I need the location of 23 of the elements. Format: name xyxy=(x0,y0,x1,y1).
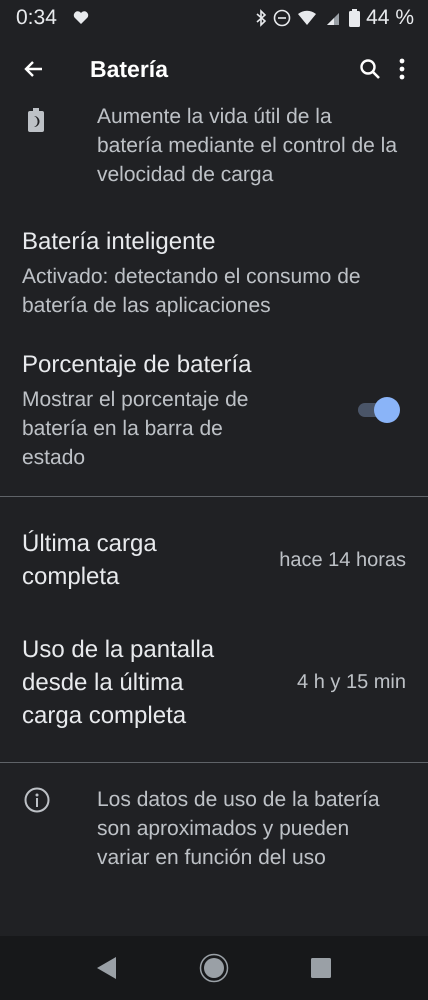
stat-value: hace 14 horas xyxy=(279,548,406,572)
home-circle-icon xyxy=(199,953,229,983)
battery-percentage: 44 % xyxy=(366,6,414,30)
info-note: Los datos de uso de la batería son aproximados y pueden variar en función del uso xyxy=(97,787,381,871)
stat-label: Uso de la pantalla desde la última carga completa xyxy=(22,635,216,731)
heart-icon xyxy=(72,11,89,25)
stat-value: 4 h y 15 min xyxy=(297,671,406,694)
triangle-back-icon xyxy=(97,957,117,979)
status-time: 0:34 xyxy=(16,6,57,30)
stat-label: Última carga completa xyxy=(22,529,158,592)
info-icon xyxy=(24,787,50,813)
more-options-icon xyxy=(398,57,406,81)
toggle-switch[interactable] xyxy=(356,396,400,424)
recents-square-icon xyxy=(311,958,331,978)
setting-item[interactable]: Batería inteligente Activado: detectando el consumo de batería de las aplicaciones xyxy=(0,211,428,334)
feature-description: Aumente la vida útil de la batería mediante el control de la velocidad de carga xyxy=(97,104,398,188)
bluetooth-icon xyxy=(255,9,268,27)
do-not-disturb-icon xyxy=(273,9,292,27)
battery-moon-icon xyxy=(28,108,44,132)
setting-item[interactable]: Porcentaje de batería Mostrar el porcentaje de batería en la barra de estado xyxy=(0,334,428,486)
page-title: Batería xyxy=(90,56,168,82)
battery-icon xyxy=(349,9,360,27)
search-icon xyxy=(358,57,382,81)
